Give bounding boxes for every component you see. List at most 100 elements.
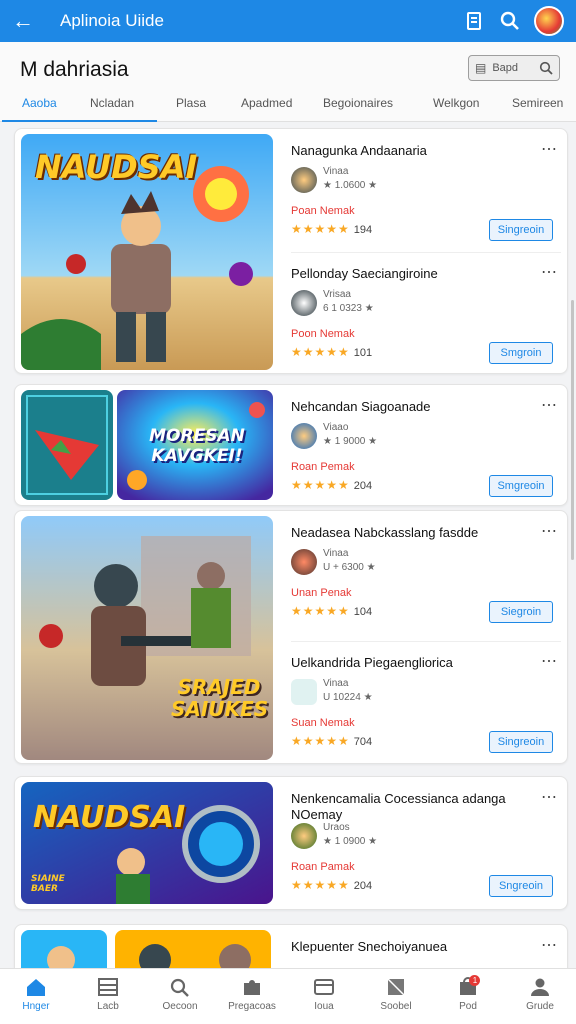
- rating-stars: ★★★★★ 194: [291, 222, 372, 236]
- tab-apadmed[interactable]: Apadmed: [241, 92, 292, 122]
- stars-icon: ★★★★★: [291, 604, 350, 618]
- developer-name: Vinaa: [323, 166, 349, 177]
- list-item[interactable]: Nanagunka Andaanaria ⋯ Vinaa ★ 1.0600 ★ P…: [287, 131, 563, 251]
- rating-stars: ★★★★★ 101: [291, 345, 372, 359]
- install-button[interactable]: Singreoin: [489, 219, 553, 241]
- avatar[interactable]: [534, 6, 564, 36]
- document-icon[interactable]: [456, 6, 492, 36]
- game-artwork[interactable]: NAUDSAI SIAINE BAER: [21, 782, 273, 904]
- more-icon[interactable]: ⋯: [541, 787, 557, 807]
- book-icon: [387, 978, 405, 996]
- search-icon: [539, 61, 553, 75]
- nav-home[interactable]: Hnger: [0, 969, 72, 1024]
- download-count: 6 1 0323 ★: [323, 303, 374, 314]
- install-button[interactable]: Sngreoin: [489, 875, 553, 897]
- tab-plasa[interactable]: Plasa: [176, 92, 206, 122]
- developer-icon: [291, 823, 317, 849]
- artwork-title: MORESAN KAVGKEI!: [149, 426, 245, 466]
- nav-label: Pod: [459, 1001, 477, 1012]
- status-text: Poan Nemak: [291, 205, 355, 217]
- install-button[interactable]: Singreoin: [489, 731, 553, 753]
- app-name: Nanagunka Andaanaria: [291, 143, 427, 158]
- list-item[interactable]: Pellonday Saeciangiroine ⋯ Vrisaa 6 1 032…: [287, 254, 563, 373]
- developer-info: Vinaa ★ 1.0600 ★: [323, 165, 377, 193]
- category-tabs: Aaoba Ncladan Plasa Apadmed Begoionaires…: [0, 92, 576, 122]
- more-icon[interactable]: ⋯: [541, 521, 557, 541]
- nav-lacb[interactable]: Lacb: [72, 969, 144, 1024]
- game-artwork[interactable]: MORESAN KAVGKEI!: [117, 390, 273, 500]
- install-button[interactable]: Smgreoin: [489, 475, 553, 497]
- person-icon: [531, 978, 549, 996]
- nav-pod[interactable]: 1 Pod: [432, 969, 504, 1024]
- rating-count: 101: [353, 347, 373, 359]
- install-button[interactable]: Siegroin: [489, 601, 553, 623]
- nav-soobel[interactable]: Soobel: [360, 969, 432, 1024]
- puzzle-icon: [244, 980, 260, 995]
- more-icon[interactable]: ⋯: [541, 139, 557, 159]
- stars-icon: ★★★★★: [291, 345, 350, 359]
- developer-icon: [291, 290, 317, 316]
- tab-welkgon[interactable]: Welkgon: [433, 92, 479, 122]
- developer-info: Vinaa U 10224 ★: [323, 677, 373, 705]
- app-name: Klepuenter Snechoiyanuea: [291, 939, 448, 954]
- app-title: Aplinoia Uiide: [60, 11, 164, 30]
- tab-begoionaires[interactable]: Begoionaires: [323, 92, 393, 122]
- stars-icon: ★★★★★: [291, 478, 350, 492]
- scrollbar[interactable]: [571, 300, 574, 560]
- nav-ioua[interactable]: Ioua: [288, 969, 360, 1024]
- artwork-title: NAUDSAI: [35, 148, 198, 186]
- status-text: Suan Nemak: [291, 717, 355, 729]
- tab-ncladan[interactable]: Ncladan: [90, 92, 134, 122]
- rating-count: 704: [353, 736, 373, 748]
- app-bar: ← Aplinoia Uiide: [0, 0, 576, 42]
- game-icon[interactable]: [21, 390, 113, 500]
- page-title: M dahriasia: [20, 58, 129, 81]
- more-icon[interactable]: ⋯: [541, 651, 557, 671]
- rating-count: 204: [353, 880, 373, 892]
- install-button[interactable]: Smgroin: [489, 342, 553, 364]
- more-icon[interactable]: ⋯: [541, 935, 557, 955]
- rating-count: 204: [353, 480, 373, 492]
- grid-icon: [98, 978, 118, 996]
- developer-icon: [291, 679, 317, 705]
- bottom-navigation: Hnger Lacb Oecoon Pregacoas Ioua Soobel …: [0, 968, 576, 1024]
- nav-oecoon[interactable]: Oecoon: [144, 969, 216, 1024]
- download-count: U + 6300 ★: [323, 562, 376, 573]
- list-item[interactable]: Nehcandan Siagoanade ⋯ Viaao ★ 1 9000 ★ R…: [287, 387, 563, 505]
- developer-info: Viaao ★ 1 9000 ★: [323, 421, 377, 449]
- nav-grude[interactable]: Grude: [504, 969, 576, 1024]
- list-item[interactable]: Nenkencamalia Cocessianca adanga NOemay …: [287, 779, 563, 899]
- more-icon[interactable]: ⋯: [541, 395, 557, 415]
- developer-name: Uraos: [323, 822, 350, 833]
- nav-label: Lacb: [97, 1001, 119, 1012]
- app-card: MORESAN KAVGKEI! Nehcandan Siagoanade ⋯ …: [14, 384, 568, 506]
- developer-info: Uraos ★ 1 0900 ★: [323, 821, 377, 849]
- developer-name: Vrisaa: [323, 289, 351, 300]
- document-icon: ▤: [475, 61, 487, 75]
- rating-stars: ★★★★★ 104: [291, 604, 372, 618]
- nav-label: Pregacoas: [228, 1001, 276, 1012]
- more-icon[interactable]: ⋯: [541, 262, 557, 282]
- search-icon[interactable]: [492, 6, 528, 36]
- nav-label: Oecoon: [162, 1001, 198, 1012]
- developer-icon: [291, 549, 317, 575]
- list-item[interactable]: Uelkandrida Piegaengliorica ⋯ Vinaa U 102…: [287, 643, 563, 763]
- developer-icon: [291, 423, 317, 449]
- developer-info: Vinaa U + 6300 ★: [323, 547, 376, 575]
- game-artwork[interactable]: SRAJED SAIUKES: [21, 516, 273, 760]
- nav-pregacoas[interactable]: Pregacoas: [216, 969, 288, 1024]
- search-field[interactable]: ▤ Bapd: [468, 55, 560, 81]
- app-name: Uelkandrida Piegaengliorica: [291, 655, 453, 670]
- artwork-subtitle: SIAINE BAER: [31, 874, 65, 894]
- tab-aaoba[interactable]: Aaoba: [2, 92, 156, 122]
- arrow-back-icon[interactable]: ←: [12, 8, 46, 34]
- download-count: U 10224 ★: [323, 692, 373, 703]
- list-item[interactable]: Neadasea Nabckasslang fasdde ⋯ Vinaa U + …: [287, 513, 563, 633]
- search-label: Bapd: [492, 62, 519, 74]
- game-artwork[interactable]: NAUDSAI: [21, 134, 273, 370]
- nav-label: Hnger: [22, 1001, 50, 1012]
- tab-semireen[interactable]: Semireen: [512, 92, 563, 122]
- download-count: ★ 1 9000 ★: [323, 436, 378, 447]
- app-name: Neadasea Nabckasslang fasdde: [291, 525, 479, 540]
- divider: [291, 641, 561, 642]
